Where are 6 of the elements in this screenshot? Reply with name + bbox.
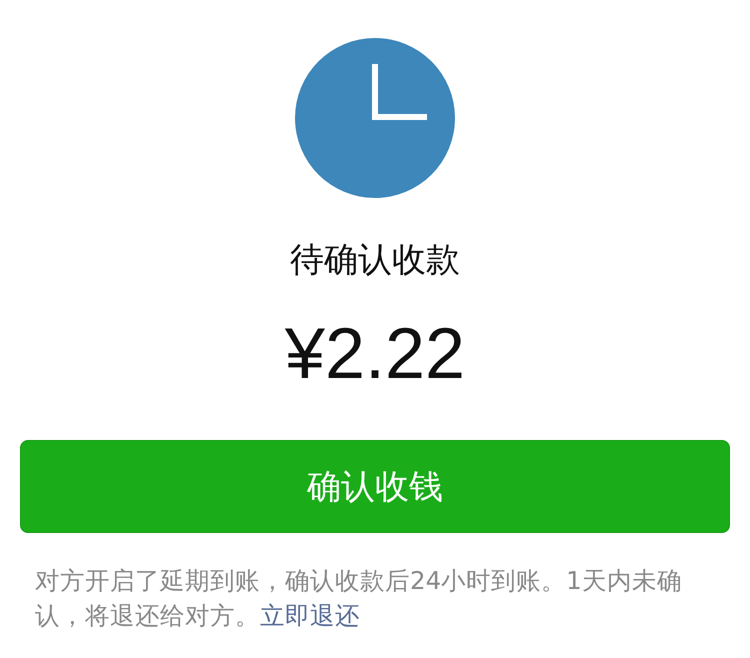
- status-title: 待确认收款: [290, 239, 460, 282]
- confirm-button[interactable]: 确认收钱: [20, 440, 730, 533]
- refund-link[interactable]: 立即退还: [260, 601, 360, 630]
- amount-text: ¥2.22: [284, 313, 466, 396]
- clock-icon: [295, 38, 455, 198]
- notice-text: 对方开启了延期到账，确认收款后24小时到账。1天内未确认，将退还给对方。立即退还: [35, 565, 683, 632]
